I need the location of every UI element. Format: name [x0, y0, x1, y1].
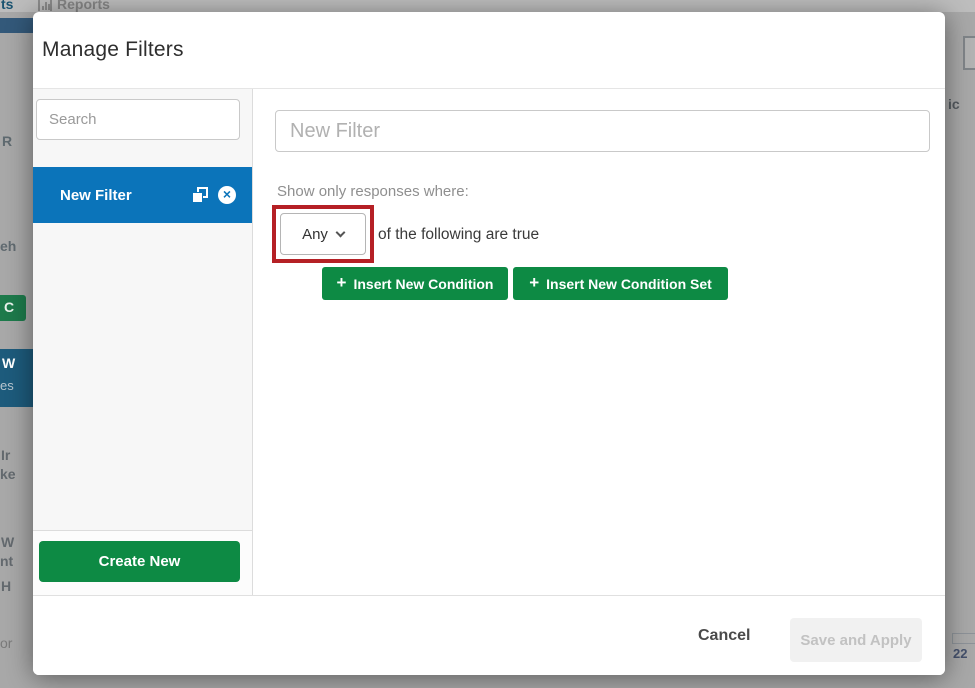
background-text-fragment: es: [0, 378, 14, 393]
insert-new-condition-set-button[interactable]: + Insert New Condition Set: [513, 267, 728, 300]
show-only-label: Show only responses where:: [277, 183, 469, 200]
delete-filter-icon[interactable]: ×: [218, 186, 236, 204]
cancel-button[interactable]: Cancel: [678, 596, 770, 676]
plus-icon: +: [337, 273, 347, 293]
dropdown-selected-value: Any: [302, 226, 328, 243]
bar-chart-icon: [38, 0, 52, 11]
manage-filters-dialog: Manage Filters New Filter × Create New S…: [33, 12, 945, 675]
sidebar-divider: [252, 89, 253, 595]
background-text-fragment: ke: [0, 466, 16, 482]
background-text-fragment: C: [4, 299, 14, 315]
insert-condition-set-label: Insert New Condition Set: [546, 276, 712, 292]
background-text-fragment: W: [1, 534, 14, 550]
background-text-fragment: R: [2, 133, 12, 149]
background-text-fragment: ic: [948, 96, 960, 112]
chevron-down-icon: [335, 227, 345, 237]
operator-caption: of the following are true: [378, 226, 539, 244]
background-box-fragment: [952, 633, 975, 644]
create-new-button[interactable]: Create New: [39, 541, 240, 582]
background-text-fragment: eh: [0, 238, 16, 254]
insert-new-condition-button[interactable]: + Insert New Condition: [322, 267, 508, 300]
screen: ts Reports R eh C W es Ir ke W nt H or i…: [0, 0, 975, 688]
background-text-fragment: 22: [953, 646, 967, 661]
background-text-fragment: W: [2, 355, 15, 371]
save-and-apply-button[interactable]: Save and Apply: [790, 618, 922, 662]
sidebar-footer: Create New: [33, 530, 252, 595]
background-active-tab-fragment: [0, 18, 33, 33]
sidebar-item-new-filter[interactable]: New Filter ×: [33, 167, 252, 223]
background-text-fragment: or: [0, 635, 12, 651]
dialog-footer: Cancel Save and Apply: [33, 595, 945, 675]
filter-name-input[interactable]: [275, 110, 930, 152]
background-text-fragment: H: [1, 578, 11, 594]
tab-reports[interactable]: Reports: [57, 0, 110, 12]
background-field-fragment: [963, 36, 975, 70]
insert-condition-label: Insert New Condition: [353, 276, 493, 292]
search-input[interactable]: [36, 99, 240, 140]
filter-item-label: New Filter: [60, 187, 192, 204]
duplicate-filter-icon[interactable]: [192, 187, 208, 203]
tab-results-partial[interactable]: ts: [1, 0, 13, 12]
dialog-title: Manage Filters: [42, 38, 184, 62]
background-tab-bar: ts Reports: [0, 0, 975, 12]
filters-sidebar: New Filter × Create New: [33, 89, 252, 595]
plus-icon: +: [529, 273, 539, 293]
any-all-dropdown[interactable]: Any: [280, 213, 366, 255]
background-text-fragment: Ir: [1, 447, 10, 463]
background-text-fragment: nt: [0, 553, 13, 569]
